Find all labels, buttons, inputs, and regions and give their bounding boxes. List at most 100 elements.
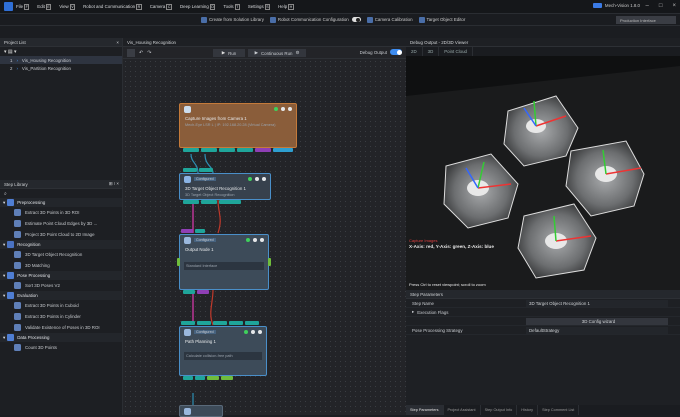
calibration-icon bbox=[366, 16, 373, 23]
node-badge: Configured bbox=[194, 330, 216, 334]
menu-shortcut: F bbox=[24, 3, 30, 10]
bottom-tabs: Step Parameters Project Assistant Step Out… bbox=[406, 405, 680, 415]
param-execution-flags[interactable]: ▸ Execution Flags bbox=[406, 308, 680, 317]
bottom-tab[interactable]: Project Assistant bbox=[444, 405, 481, 415]
tab-2d[interactable]: 2D bbox=[406, 47, 423, 56]
menu-item-camera[interactable]: Camera C bbox=[149, 3, 172, 10]
step-category[interactable]: ▾ Evaluation bbox=[0, 291, 122, 300]
menu-label: Tools bbox=[223, 4, 234, 9]
node-header bbox=[180, 104, 296, 114]
step-item[interactable]: Project 3D Point Cloud to 2D Image bbox=[0, 229, 122, 240]
step-item[interactable]: Estimate Point Cloud Edges by 3D ... bbox=[0, 218, 122, 229]
target-editor-button[interactable]: Target Object Editor bbox=[418, 16, 466, 23]
menu-item-edit[interactable]: Edit E bbox=[37, 3, 52, 10]
bottom-tab[interactable]: History bbox=[517, 405, 539, 415]
robot-comm-label: Robot Communication Configuration bbox=[277, 17, 349, 22]
robot-comm-button[interactable]: Robot Communication Configuration bbox=[269, 16, 361, 23]
step-label: Extract 3D Points in Cuboid bbox=[25, 303, 79, 308]
step-icon bbox=[14, 282, 21, 289]
step-parameters-panel: Step Parameters Step Name 3D Target Objec… bbox=[406, 290, 680, 405]
step-item[interactable]: Extract 3D Points in 3D ROI bbox=[0, 207, 122, 218]
tab-3d[interactable]: 3D bbox=[423, 47, 440, 56]
menu-label: Camera bbox=[149, 4, 166, 9]
menu-item-robot-and-communication[interactable]: Robot and Communication R bbox=[83, 3, 142, 10]
close-icon[interactable]: × bbox=[116, 40, 119, 45]
chevron-down-icon: ▾ bbox=[3, 334, 6, 340]
maximize-icon[interactable]: □ bbox=[659, 3, 663, 9]
axis-legend: X-Axis: red, Y-Axis: green, Z-Axis: blue bbox=[409, 244, 494, 249]
node-4-input-ports bbox=[181, 321, 259, 325]
brand-logo-icon bbox=[592, 3, 602, 8]
viewer-header: Debug Output - 2D/3D Viewer bbox=[406, 38, 680, 47]
target-editor-label: Target Object Editor bbox=[426, 17, 466, 22]
config-wizard-button[interactable]: 3D Config wizard bbox=[526, 317, 668, 325]
step-label: Count 3D Points bbox=[25, 345, 57, 350]
solution-library-icon bbox=[201, 16, 207, 23]
step-item[interactable]: Extract 3D Points in Cylinder bbox=[0, 311, 122, 322]
step-icon bbox=[14, 344, 21, 351]
viewer-title: Debug Output - 2D/3D Viewer bbox=[410, 39, 469, 45]
param-label: Pose Processing Strategy bbox=[412, 327, 463, 333]
output-icon bbox=[184, 236, 191, 244]
node-3d-target-recognition[interactable]: Configured 3D Target Object Recognition … bbox=[179, 173, 271, 200]
step-category[interactable]: ▾ Pose Processing bbox=[0, 271, 122, 280]
step-category[interactable]: ▾ Data Processing bbox=[0, 333, 122, 342]
step-icon bbox=[14, 220, 21, 227]
robot-comm-toggle[interactable] bbox=[351, 17, 361, 22]
project-item-1[interactable]: 1 › Vis_Housing Recognition bbox=[0, 56, 122, 64]
step-category[interactable]: ▾ Preprocessing bbox=[0, 198, 122, 207]
menu-item-tools[interactable]: Tools T bbox=[223, 3, 240, 10]
node-path-planning[interactable]: Configured Path Planning 1 Calculate col… bbox=[179, 326, 267, 376]
node-3-right-handle[interactable] bbox=[268, 258, 271, 266]
category-icon bbox=[7, 199, 15, 206]
step-item[interactable]: 3D Target Object Recognition bbox=[0, 249, 122, 260]
menu-item-help[interactable]: Help H bbox=[278, 3, 294, 10]
project-list-toolbar: ▾ ▤ ▾ bbox=[0, 47, 122, 56]
viewer-tabs: 2D 3D Point Cloud bbox=[406, 47, 680, 56]
node-header: Configured bbox=[180, 235, 268, 245]
step-item[interactable]: Count 3D Points bbox=[0, 342, 122, 353]
menu-item-view[interactable]: View V bbox=[59, 3, 76, 10]
menu-label: View bbox=[59, 4, 69, 9]
node-next[interactable] bbox=[179, 405, 223, 417]
robot-icon bbox=[269, 16, 276, 23]
step-item[interactable]: 3D Matching bbox=[0, 260, 122, 271]
production-label: Production Interface bbox=[620, 17, 656, 23]
menu-item-settings[interactable]: Settings S bbox=[248, 3, 271, 10]
step-library-controls[interactable]: ⊞ ⁝ × bbox=[109, 181, 119, 187]
bottom-tab[interactable]: Step Comment List bbox=[538, 405, 580, 415]
camera-calibration-button[interactable]: Camera Calibration bbox=[366, 16, 413, 23]
step-item[interactable]: Validate Existence of Poses in 3D ROI bbox=[0, 322, 122, 333]
bottom-tab[interactable]: Step Output Info bbox=[481, 405, 518, 415]
menu-item-file[interactable]: File F bbox=[16, 3, 30, 10]
close-icon[interactable]: × bbox=[672, 3, 676, 9]
step-item[interactable]: Sort 3D Poses V2 bbox=[0, 280, 122, 291]
node-capture-images[interactable]: Capture Images from Camera 1 Mech-Eye LS… bbox=[179, 103, 297, 148]
step-item[interactable]: Extract 3D Points in Cuboid bbox=[0, 300, 122, 311]
node-header: Configured bbox=[180, 327, 266, 337]
minimize-icon[interactable]: – bbox=[646, 3, 649, 9]
brand-label: Mech-Vision 1.8.0 bbox=[604, 3, 640, 8]
node-3-left-handle[interactable] bbox=[177, 258, 180, 266]
param-config-wizard: 3D Config wizard bbox=[406, 317, 680, 326]
node-status bbox=[248, 177, 266, 181]
project-list-header: Project List × bbox=[0, 38, 122, 47]
step-name-input[interactable]: 3D Target Object Recognition 1 bbox=[526, 299, 668, 307]
search-icon: ⌕ bbox=[4, 190, 7, 197]
production-interface-button[interactable]: Production Interface bbox=[616, 16, 676, 24]
node-output[interactable]: Configured Output Node 1 Standard Interf… bbox=[179, 234, 269, 290]
step-search[interactable]: ⌕ bbox=[0, 189, 122, 198]
bottom-tab[interactable]: Step Parameters bbox=[406, 405, 444, 415]
strategy-select[interactable]: DefaultStrategy bbox=[526, 326, 668, 334]
step-category[interactable]: ▾ Recognition bbox=[0, 240, 122, 249]
node-title: Path Planning 1 bbox=[185, 339, 217, 344]
project-list-panel: Project List × ▾ ▤ ▾ 1 › Vis_Housing Recogn… bbox=[0, 38, 123, 180]
step-label: 3D Matching bbox=[25, 263, 50, 268]
tab-point-cloud[interactable]: Point Cloud bbox=[439, 47, 473, 56]
menu-item-deep-learning[interactable]: Deep Learning D bbox=[180, 3, 216, 10]
project-dropdown-icon[interactable]: ▾ ▤ ▾ bbox=[4, 49, 17, 55]
point-cloud-view[interactable] bbox=[406, 56, 680, 290]
target-editor-icon bbox=[418, 16, 425, 23]
project-item-2[interactable]: 2 › Vis_Partition Recognition bbox=[0, 64, 122, 72]
create-from-solution-button[interactable]: Create from Solution Library bbox=[201, 16, 264, 23]
